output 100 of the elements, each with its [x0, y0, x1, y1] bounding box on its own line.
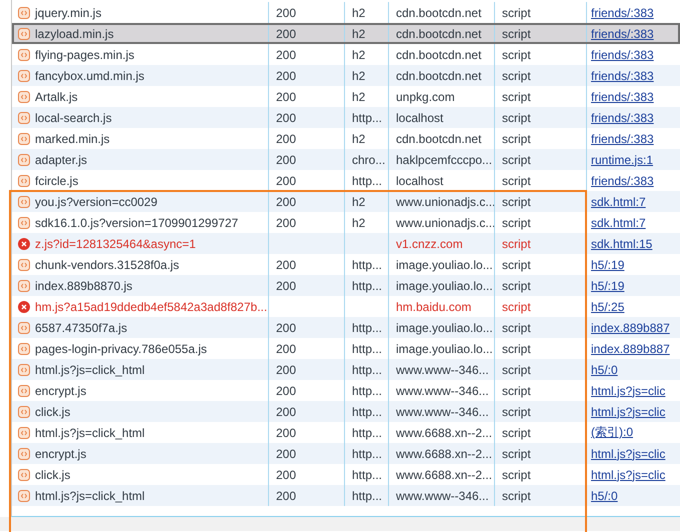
script-file-icon [18, 364, 30, 376]
status-code: 200 [276, 488, 296, 502]
protocol-text: http... [352, 362, 382, 376]
initiator-link[interactable]: friends/:383 [591, 90, 654, 104]
type-text: script [502, 194, 531, 208]
request-name: 6587.47350f7a.js [35, 320, 128, 334]
request-name: chunk-vendors.31528f0a.js [35, 258, 180, 272]
initiator-link[interactable]: friends/:383 [591, 68, 654, 82]
request-row[interactable]: html.js?js=click_html 200 http... www.www--346... script h5/:0 [12, 359, 680, 380]
request-row[interactable]: z.js?id=1281325464&async=1 v1.cnzz.com script sdk.html:15 [12, 233, 680, 254]
request-name: html.js?js=click_html [35, 362, 145, 376]
protocol-text: http... [352, 446, 382, 460]
request-name: index.889b8870.js [35, 278, 132, 292]
type-text: script [502, 468, 531, 482]
initiator-link[interactable]: runtime.js:1 [591, 152, 654, 166]
domain-text: cdn.bootcdn.net [396, 48, 482, 62]
domain-text: unpkg.com [396, 90, 455, 104]
script-file-icon [18, 196, 30, 208]
script-file-icon [18, 258, 30, 270]
type-text: script [502, 216, 531, 230]
status-code: 200 [276, 278, 296, 292]
request-row[interactable]: encrypt.js 200 http... www.6688.xn--2... script html.js?js=clic [12, 443, 680, 464]
initiator-link[interactable]: h5/:19 [591, 258, 624, 272]
status-code: 200 [276, 174, 296, 188]
initiator-link[interactable]: h5/:0 [591, 362, 618, 376]
protocol-text: h2 [352, 68, 366, 82]
type-text: script [502, 300, 531, 314]
protocol-text: http... [352, 320, 382, 334]
initiator-link[interactable]: h5/:0 [591, 488, 618, 502]
initiator-link[interactable]: index.889b887 [591, 320, 670, 334]
status-code: 200 [276, 68, 296, 82]
type-text: script [502, 426, 531, 440]
initiator-link[interactable]: friends/:383 [591, 26, 654, 40]
domain-text: cdn.bootcdn.net [396, 26, 482, 40]
initiator-link[interactable]: sdk.html:15 [591, 236, 652, 250]
script-file-icon [18, 70, 30, 82]
initiator-link[interactable]: friends/:383 [591, 6, 654, 20]
protocol-text: http... [352, 258, 382, 272]
script-file-icon [18, 174, 30, 186]
request-name: html.js?js=click_html [35, 488, 145, 502]
type-text: script [502, 320, 531, 334]
domain-text: www.www--346... [396, 488, 489, 502]
type-text: script [502, 404, 531, 418]
initiator-link[interactable]: (索引):0 [591, 424, 633, 441]
type-text: script [502, 90, 531, 104]
request-name: adapter.js [35, 152, 88, 166]
initiator-link[interactable]: h5/:25 [591, 300, 624, 314]
request-name: lazyload.min.js [35, 26, 114, 40]
status-code: 200 [276, 132, 296, 146]
domain-text: hm.baidu.com [396, 300, 472, 314]
initiator-link[interactable]: sdk.html:7 [591, 216, 646, 230]
type-text: script [502, 446, 531, 460]
initiator-link[interactable]: html.js?js=clic [591, 468, 666, 482]
protocol-text: h2 [352, 6, 366, 20]
initiator-link[interactable]: friends/:383 [591, 110, 654, 124]
domain-text: haklpcemfcccpo... [396, 152, 492, 166]
request-row[interactable]: local-search.js 200 http... localhost script friends/:383 [12, 107, 680, 128]
request-name: encrypt.js [35, 384, 86, 398]
protocol-text: http... [352, 488, 382, 502]
initiator-link[interactable]: h5/:19 [591, 278, 624, 292]
initiator-link[interactable]: html.js?js=clic [591, 384, 666, 398]
status-code: 200 [276, 342, 296, 356]
type-text: script [502, 48, 531, 62]
status-code: 200 [276, 362, 296, 376]
script-file-icon [18, 6, 30, 18]
protocol-text: h2 [352, 48, 366, 62]
request-row[interactable]: 6587.47350f7a.js 200 http... image.youliao.lo... script index.889b887 [12, 317, 680, 338]
request-row[interactable]: html.js?js=click_html 200 http... www.www--346... script h5/:0 [12, 485, 680, 506]
initiator-link[interactable]: friends/:383 [591, 132, 654, 146]
initiator-link[interactable]: html.js?js=clic [591, 446, 666, 460]
type-text: script [502, 152, 531, 166]
request-row[interactable]: click.js 200 http... www.www--346... script html.js?js=clic [12, 401, 680, 422]
request-name: hm.js?a15ad19ddedb4ef5842a3ad8f827b... [35, 300, 268, 314]
type-text: script [502, 236, 531, 250]
initiator-link[interactable]: friends/:383 [591, 48, 654, 62]
error-icon [18, 300, 30, 312]
script-file-icon [18, 406, 30, 418]
protocol-text: h2 [352, 90, 366, 104]
request-row[interactable]: you.js?version=cc0029 200 h2 www.unionadjs.c... script sdk.html:7 [12, 191, 680, 212]
initiator-link[interactable]: sdk.html:7 [591, 194, 646, 208]
request-row[interactable]: fancybox.umd.min.js 200 h2 cdn.bootcdn.net script friends/:383 [12, 65, 680, 86]
type-text: script [502, 362, 531, 376]
initiator-link[interactable]: html.js?js=clic [591, 404, 666, 418]
domain-text: www.www--346... [396, 404, 489, 418]
initiator-link[interactable]: friends/:383 [591, 174, 654, 188]
request-name: flying-pages.min.js [35, 48, 134, 62]
request-name: fancybox.umd.min.js [35, 68, 144, 82]
request-row[interactable]: index.889b8870.js 200 http... image.youliao.lo... script h5/:19 [12, 275, 680, 296]
initiator-link[interactable]: index.889b887 [591, 342, 670, 356]
protocol-text: http... [352, 404, 382, 418]
status-code: 200 [276, 90, 296, 104]
script-file-icon [18, 48, 30, 60]
type-text: script [502, 488, 531, 502]
domain-text: localhost [396, 110, 444, 124]
request-row[interactable]: adapter.js 200 chro... haklpcemfcccpo... script runtime.js:1 [12, 149, 680, 170]
status-code: 200 [276, 152, 296, 166]
request-name: marked.min.js [35, 132, 110, 146]
request-row[interactable]: lazyload.min.js 200 h2 cdn.bootcdn.net script friends/:383 [12, 23, 680, 44]
script-file-icon [18, 384, 30, 396]
request-name: fcircle.js [35, 174, 78, 188]
